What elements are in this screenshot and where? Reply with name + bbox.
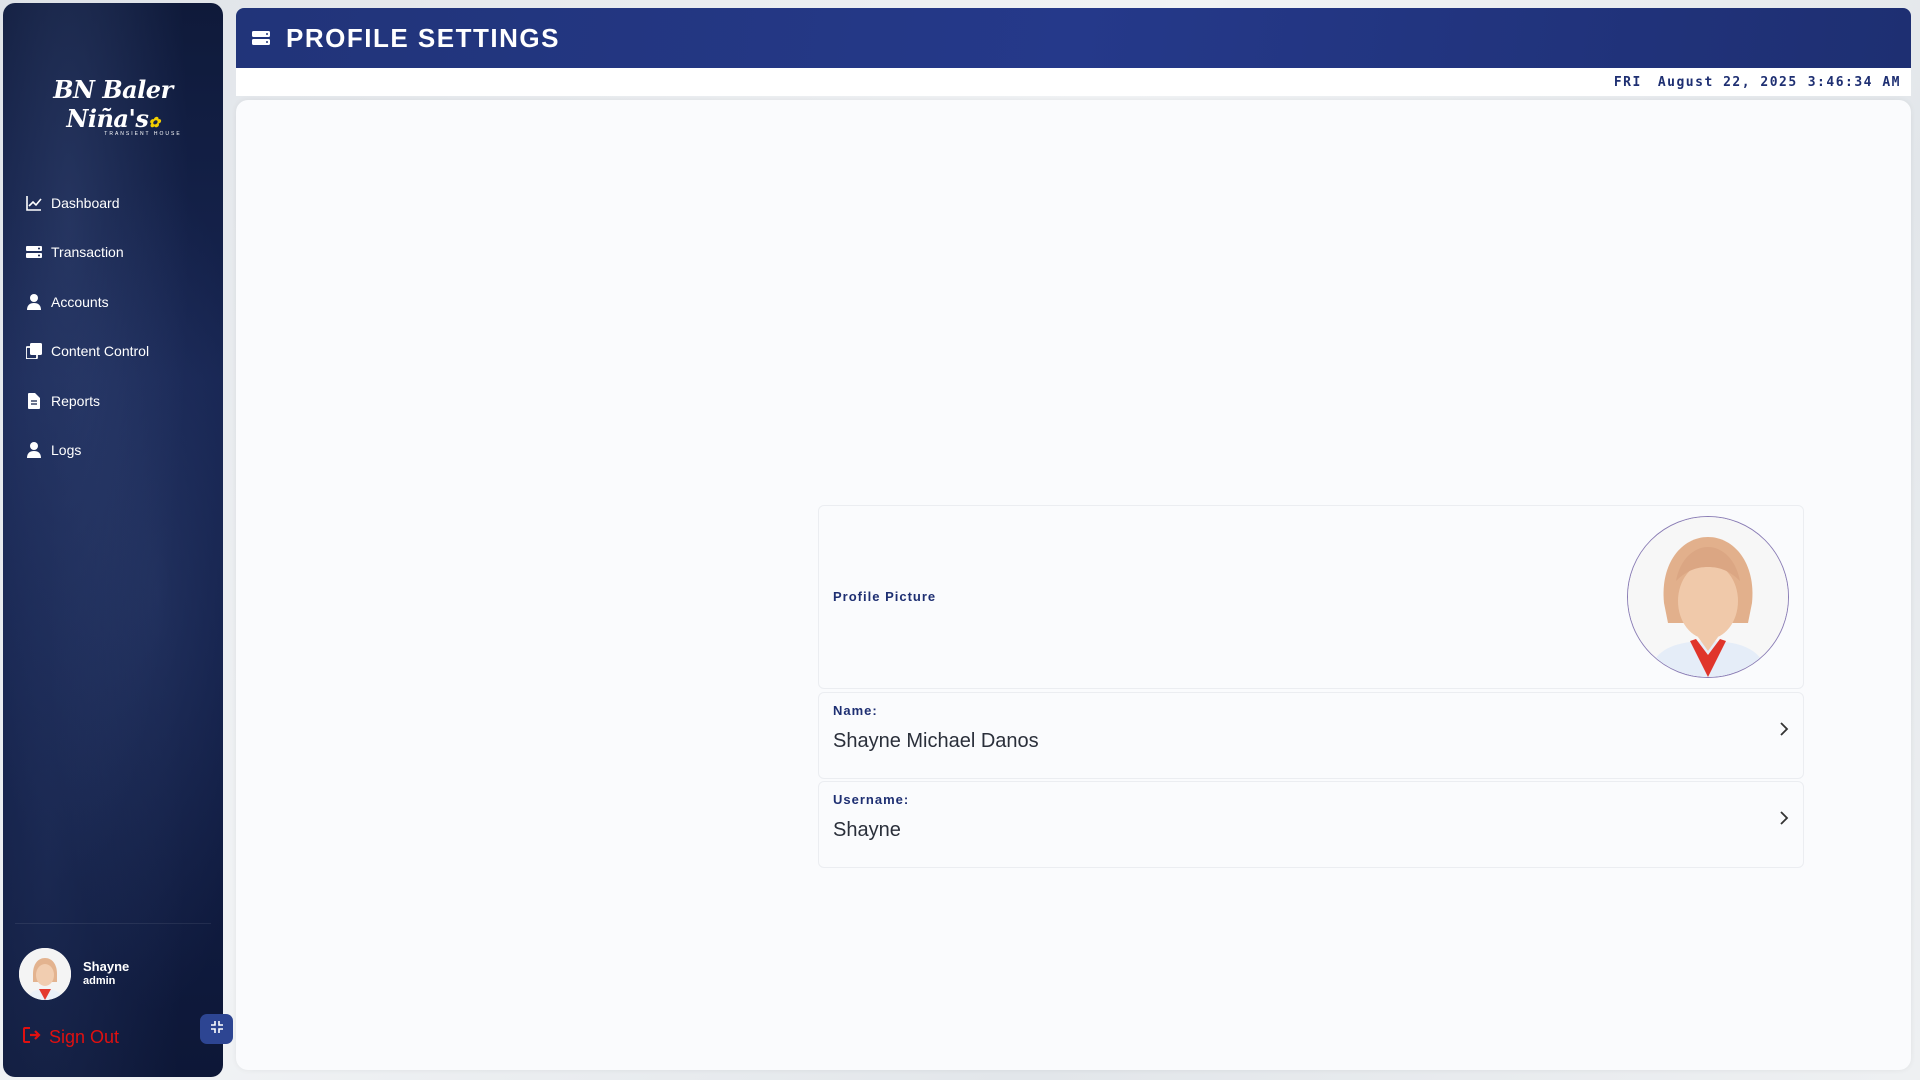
collapse-sidebar-button[interactable]	[200, 1014, 233, 1044]
datetime-time: 3:46:34 AM	[1807, 74, 1901, 90]
avatar[interactable]	[19, 948, 71, 1000]
username-field-row[interactable]: Username: Shayne	[818, 781, 1804, 868]
compress-icon	[210, 1020, 223, 1038]
user-icon	[25, 441, 43, 459]
name-field-row[interactable]: Name: Shayne Michael Danos	[818, 692, 1804, 779]
sign-out-label: Sign Out	[49, 1027, 120, 1047]
sidebar-item-label: Dashboard	[51, 194, 120, 211]
document-icon	[25, 392, 43, 410]
profile-photo[interactable]	[1627, 516, 1789, 678]
sidebar-item-label: Logs	[51, 442, 82, 459]
chevron-right-icon	[1779, 810, 1789, 831]
user-role: admin	[83, 975, 116, 988]
profile-picture-card: Profile Picture	[818, 505, 1804, 689]
copy-icon	[25, 342, 43, 360]
brand-logo[interactable]: BN Baler Niña's✿ TRANSIENT HOUSE	[3, 75, 223, 137]
name-value: Shayne Michael Danos	[833, 730, 1039, 752]
sidebar-nav: Dashboard Transaction Accounts Content C…	[3, 178, 223, 475]
server-icon	[25, 243, 43, 261]
menu-toggle-icon[interactable]	[252, 31, 270, 45]
sidebar-divider	[15, 923, 211, 924]
sign-out-icon	[23, 1027, 41, 1048]
sidebar-item-reports[interactable]: Reports	[3, 376, 223, 426]
page-title: PROFILE SETTINGS	[286, 22, 560, 53]
username-label: Username:	[833, 792, 910, 807]
sign-out-button[interactable]: Sign Out	[23, 1027, 119, 1048]
sidebar-item-label: Transaction	[51, 244, 124, 261]
profile-picture-label: Profile Picture	[833, 589, 937, 604]
sidebar-item-label: Content Control	[51, 343, 150, 360]
sidebar-item-logs[interactable]: Logs	[3, 426, 223, 476]
sidebar-user: Shayne admin	[19, 948, 129, 1000]
sidebar-item-label: Reports	[51, 392, 101, 409]
sidebar-item-dashboard[interactable]: Dashboard	[3, 178, 223, 228]
datetime-date: August 22, 2025	[1657, 74, 1798, 90]
flower-icon: ✿	[148, 115, 160, 131]
user-icon	[25, 293, 43, 311]
sidebar-item-content-control[interactable]: Content Control	[3, 327, 223, 377]
username-value: Shayne	[833, 819, 901, 841]
sidebar-item-transaction[interactable]: Transaction	[3, 228, 223, 278]
main-content: Profile Picture Name: Shayne Michael Dan…	[236, 100, 1911, 1070]
sidebar-item-label: Accounts	[51, 293, 109, 310]
page-header: PROFILE SETTINGS	[236, 8, 1911, 68]
chart-line-icon	[25, 194, 43, 212]
sidebar-item-accounts[interactable]: Accounts	[3, 277, 223, 327]
datetime-day: FRI	[1613, 74, 1642, 90]
chevron-right-icon	[1779, 721, 1789, 742]
name-label: Name:	[833, 703, 878, 718]
datetime-bar: FRI August 22, 2025 3:46:34 AM	[236, 68, 1911, 96]
sidebar: BN Baler Niña's✿ TRANSIENT HOUSE Dashboa…	[3, 3, 223, 1077]
user-name: Shayne	[83, 959, 130, 975]
